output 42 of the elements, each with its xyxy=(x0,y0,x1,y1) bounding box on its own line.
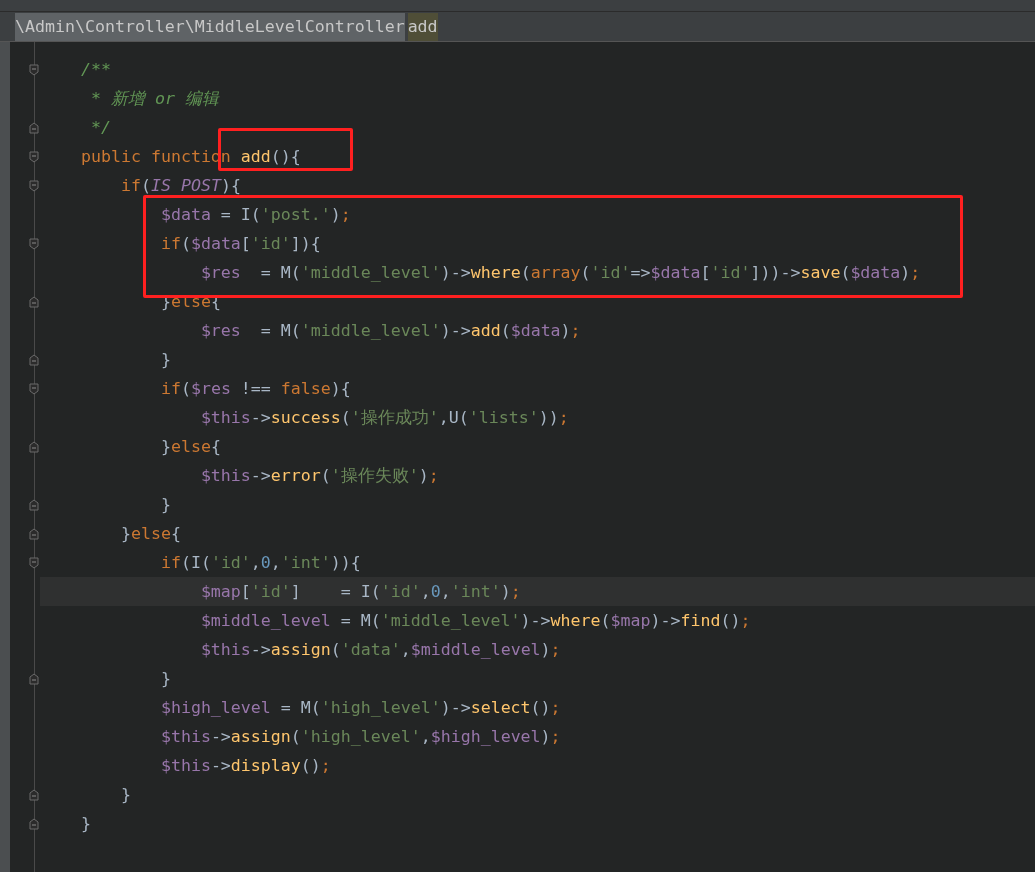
code-line: $this->assign('high_level',$high_level); xyxy=(159,727,561,746)
code-line: * 新增 or 编辑 xyxy=(90,89,219,108)
code-line: } xyxy=(159,669,171,688)
code-line: } xyxy=(81,814,91,833)
code-line: $this->error('操作失败'); xyxy=(199,466,439,485)
code-line: if($res !== false){ xyxy=(159,379,351,398)
code-line: }else{ xyxy=(159,437,221,456)
fold-icon[interactable] xyxy=(29,556,39,569)
fold-icon[interactable] xyxy=(29,63,39,76)
code-line: if($data['id']){ xyxy=(159,234,321,253)
breadcrumb-item[interactable]: add xyxy=(407,12,438,41)
code-line: } xyxy=(159,350,171,369)
code-line: $data = I('post.'); xyxy=(159,205,351,224)
code-line: $middle_level = M('middle_level')->where($map)->find(); xyxy=(199,611,751,630)
code-line: $map['id'] = I('id',0,'int'); xyxy=(199,582,521,601)
fold-icon[interactable] xyxy=(29,788,39,801)
code-line: $high_level = M('high_level')->select(); xyxy=(159,698,561,717)
code-line: $res = M('middle_level')->add($data); xyxy=(199,321,581,340)
code-line: } xyxy=(159,495,171,514)
code-line: }else{ xyxy=(119,524,181,543)
code-line: */ xyxy=(90,118,111,137)
fold-icon[interactable] xyxy=(29,150,39,163)
fold-icon[interactable] xyxy=(29,817,39,830)
fold-icon[interactable] xyxy=(29,382,39,395)
fold-icon[interactable] xyxy=(29,527,39,540)
fold-icon[interactable] xyxy=(29,498,39,511)
code-line: $this->display(); xyxy=(159,756,331,775)
code-line: if(I('id',0,'int')){ xyxy=(159,553,361,572)
fold-icon[interactable] xyxy=(29,295,39,308)
code-line: $res = M('middle_level')->where(array('id'=>$data['id']))->save($data); xyxy=(199,263,921,282)
fold-icon[interactable] xyxy=(29,179,39,192)
code-line: /** xyxy=(81,60,111,79)
fold-icon[interactable] xyxy=(29,440,39,453)
fold-icon[interactable] xyxy=(29,672,39,685)
fold-icon[interactable] xyxy=(29,121,39,134)
fold-icon[interactable] xyxy=(29,353,39,366)
code-line: $this->assign('data',$middle_level); xyxy=(199,640,561,659)
code-line: if(IS POST){ xyxy=(119,176,241,195)
code-line: } xyxy=(119,785,131,804)
code-line: $this->success('操作成功',U('lists')); xyxy=(199,408,569,427)
breadcrumb-path[interactable]: \Admin\Controller\MiddleLevelController xyxy=(15,12,405,41)
fold-icon[interactable] xyxy=(29,237,39,250)
